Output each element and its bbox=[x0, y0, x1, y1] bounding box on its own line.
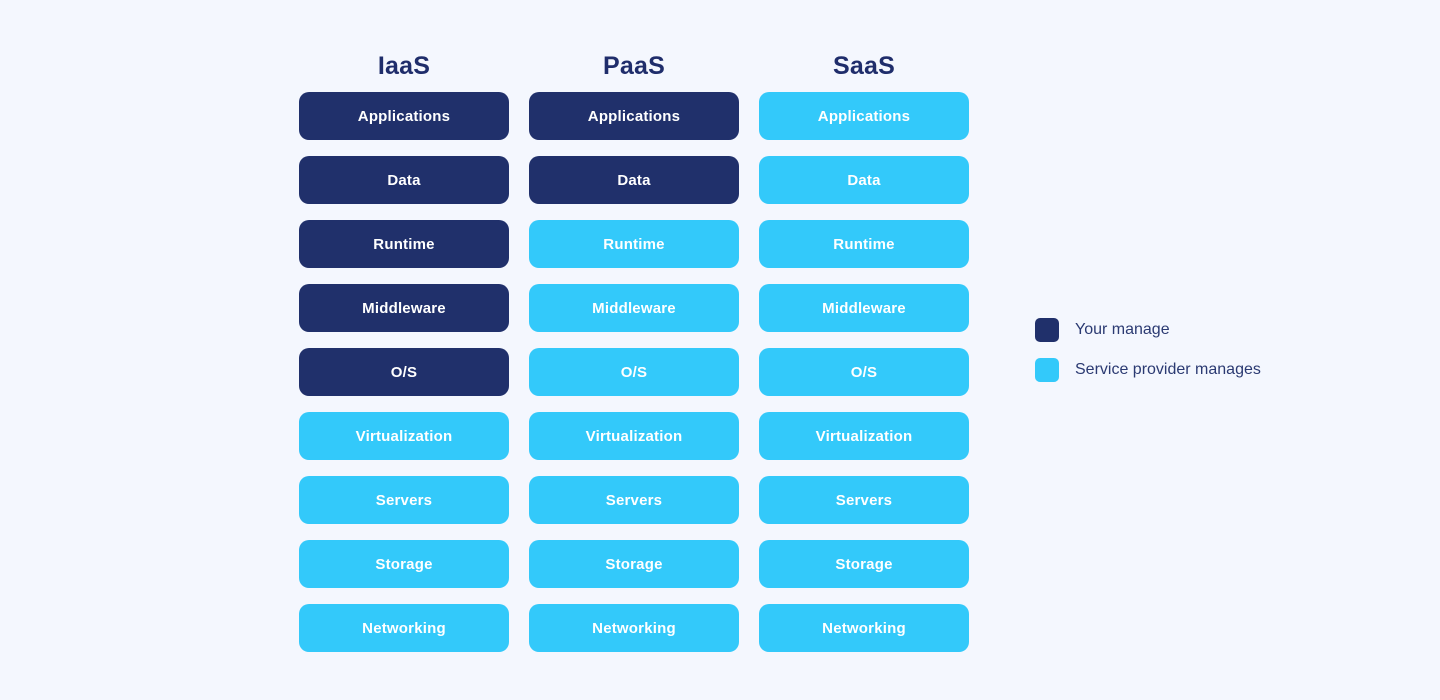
layer-block[interactable]: Networking bbox=[759, 604, 969, 652]
service-model-column-iaas: IaaS Applications Data Runtime Middleware O/S… bbox=[299, 48, 509, 652]
layer-block[interactable]: Applications bbox=[759, 92, 969, 140]
layer-block[interactable]: Runtime bbox=[299, 220, 509, 268]
layer-block[interactable]: Middleware bbox=[759, 284, 969, 332]
layer-block[interactable]: Data bbox=[759, 156, 969, 204]
layer-block[interactable]: Applications bbox=[529, 92, 739, 140]
legend-item-label: Your manage bbox=[1075, 321, 1170, 338]
legend-item: Your manage bbox=[1035, 318, 1261, 342]
layer-block[interactable]: Middleware bbox=[299, 284, 509, 332]
legend-swatch-icon bbox=[1035, 318, 1059, 342]
layer-stack: Applications Data Runtime Middleware O/S Virt… bbox=[299, 92, 509, 652]
layer-block[interactable]: Runtime bbox=[759, 220, 969, 268]
layer-block[interactable]: Virtualization bbox=[529, 412, 739, 460]
layer-block[interactable]: Storage bbox=[759, 540, 969, 588]
column-title: SaaS bbox=[833, 52, 895, 80]
layer-block[interactable]: O/S bbox=[299, 348, 509, 396]
layer-block[interactable]: O/S bbox=[529, 348, 739, 396]
legend-swatch-icon bbox=[1035, 358, 1059, 382]
layer-block[interactable]: Runtime bbox=[529, 220, 739, 268]
layer-block[interactable]: Middleware bbox=[529, 284, 739, 332]
legend-item-label: Service provider manages bbox=[1075, 361, 1261, 378]
layer-block[interactable]: Storage bbox=[299, 540, 509, 588]
legend-item: Service provider manages bbox=[1035, 358, 1261, 382]
service-model-column-saas: SaaS Applications Data Runtime Middleware O/S… bbox=[759, 48, 969, 652]
layer-block[interactable]: Storage bbox=[529, 540, 739, 588]
column-title: PaaS bbox=[603, 52, 665, 80]
cloud-service-model-diagram: IaaS Applications Data Runtime Middleware O/S… bbox=[0, 0, 1440, 700]
legend: Your manage Service provider manages bbox=[1035, 318, 1261, 382]
column-title: IaaS bbox=[377, 52, 431, 80]
layer-block[interactable]: O/S bbox=[759, 348, 969, 396]
layer-block[interactable]: Servers bbox=[759, 476, 969, 524]
layer-block[interactable]: Servers bbox=[529, 476, 739, 524]
layer-stack: Applications Data Runtime Middleware O/S Virt… bbox=[529, 92, 739, 652]
layer-block[interactable]: Servers bbox=[299, 476, 509, 524]
layer-block[interactable]: Networking bbox=[529, 604, 739, 652]
service-model-column-paas: PaaS Applications Data Runtime Middleware O/S… bbox=[529, 48, 739, 652]
layer-block[interactable]: Virtualization bbox=[299, 412, 509, 460]
service-model-columns: IaaS Applications Data Runtime Middleware O/S… bbox=[299, 48, 969, 652]
layer-block[interactable]: Data bbox=[529, 156, 739, 204]
layer-block[interactable]: Networking bbox=[299, 604, 509, 652]
layer-block[interactable]: Applications bbox=[299, 92, 509, 140]
layer-stack: Applications Data Runtime Middleware O/S Virt… bbox=[759, 92, 969, 652]
layer-block[interactable]: Virtualization bbox=[759, 412, 969, 460]
layer-block[interactable]: Data bbox=[299, 156, 509, 204]
